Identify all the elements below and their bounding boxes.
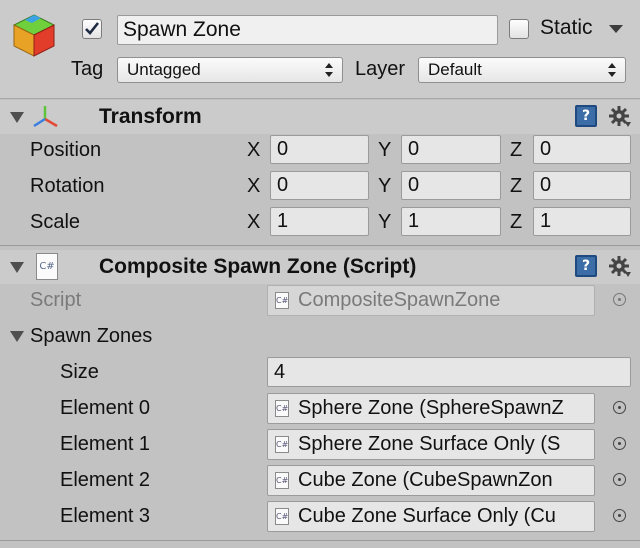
object-picker-icon[interactable] xyxy=(613,401,626,414)
size-label: Size xyxy=(60,361,99,383)
csharp-script-icon: C# xyxy=(275,436,289,453)
scale-y-field[interactable]: 1 xyxy=(401,207,501,236)
layer-label: Layer xyxy=(355,58,406,80)
element-value: Cube Zone Surface Only (Cu xyxy=(298,505,556,527)
gear-icon[interactable] xyxy=(608,255,632,279)
scale-z-field[interactable]: 1 xyxy=(533,207,631,236)
element-label: Element 1 xyxy=(60,433,151,455)
transform-header[interactable]: Transform ? xyxy=(0,100,640,134)
element-value: Sphere Zone Surface Only (S xyxy=(298,433,561,455)
static-checkbox[interactable] xyxy=(509,19,529,39)
axis-y-label: Y xyxy=(378,211,392,233)
script-component-header[interactable]: C# Composite Spawn Zone (Script) ? xyxy=(0,250,640,284)
rotation-x-field[interactable]: 0 xyxy=(270,171,369,200)
script-label: Script xyxy=(30,289,82,311)
csharp-script-icon: C# xyxy=(275,472,289,489)
axis-z-label: Z xyxy=(510,139,523,161)
checkmark-icon xyxy=(85,22,100,35)
position-y-field[interactable]: 0 xyxy=(401,135,501,164)
help-icon[interactable]: ? xyxy=(575,255,597,277)
axis-x-label: X xyxy=(247,139,261,161)
active-checkbox[interactable] xyxy=(82,19,102,39)
element-value: Sphere Zone (SphereSpawnZ xyxy=(298,397,564,419)
position-label: Position xyxy=(30,139,102,161)
static-label: Static xyxy=(540,16,593,39)
object-picker-icon[interactable] xyxy=(613,509,626,522)
axis-x-label: X xyxy=(247,211,261,233)
size-field[interactable]: 4 xyxy=(267,357,631,387)
rotation-y-field[interactable]: 0 xyxy=(401,171,501,200)
element-value: Cube Zone (CubeSpawnZon xyxy=(298,469,553,491)
foldout-arrow-icon[interactable] xyxy=(10,112,24,123)
script-reference-field: C# CompositeSpawnZone xyxy=(267,285,595,316)
axis-y-label: Y xyxy=(378,175,392,197)
tag-dropdown[interactable]: Untagged xyxy=(117,57,343,83)
gear-icon[interactable] xyxy=(608,105,632,129)
position-x-field[interactable]: 0 xyxy=(270,135,369,164)
csharp-script-icon: C# xyxy=(275,400,289,417)
scale-label: Scale xyxy=(30,211,81,233)
help-icon[interactable]: ? xyxy=(575,105,597,127)
axis-y-label: Y xyxy=(378,139,392,161)
axis-z-label: Z xyxy=(510,175,523,197)
element-object-field[interactable]: C# Cube Zone (CubeSpawnZon xyxy=(267,465,595,496)
transform-axes-icon xyxy=(33,106,58,128)
chevron-updown-icon xyxy=(608,63,616,77)
scale-x-field[interactable]: 1 xyxy=(270,207,369,236)
axis-x-label: X xyxy=(247,175,261,197)
object-picker-icon[interactable] xyxy=(613,437,626,450)
element-object-field[interactable]: C# Sphere Zone (SphereSpawnZ xyxy=(267,393,595,424)
object-picker-icon xyxy=(613,293,626,306)
tag-value: Untagged xyxy=(127,60,201,79)
spawn-zones-label[interactable]: Spawn Zones xyxy=(30,325,152,348)
element-label: Element 2 xyxy=(60,469,151,491)
csharp-script-icon: C# xyxy=(36,253,58,280)
tag-label: Tag xyxy=(71,58,104,80)
csharp-script-icon: C# xyxy=(275,292,289,309)
script-component-title: Composite Spawn Zone (Script) xyxy=(99,255,417,278)
element-label: Element 3 xyxy=(60,505,151,527)
element-object-field[interactable]: C# Sphere Zone Surface Only (S xyxy=(267,429,595,460)
rotation-z-field[interactable]: 0 xyxy=(533,171,631,200)
script-reference-value: CompositeSpawnZone xyxy=(298,289,501,311)
csharp-script-icon: C# xyxy=(275,508,289,525)
element-object-field[interactable]: C# Cube Zone Surface Only (Cu xyxy=(267,501,595,532)
foldout-arrow-icon[interactable] xyxy=(10,331,24,342)
component-divider xyxy=(0,540,640,541)
position-z-field[interactable]: 0 xyxy=(533,135,631,164)
layer-dropdown[interactable]: Default xyxy=(418,57,626,83)
axis-z-label: Z xyxy=(510,211,523,233)
chevron-updown-icon xyxy=(325,63,333,77)
object-picker-icon[interactable] xyxy=(613,473,626,486)
rotation-label: Rotation xyxy=(30,175,105,197)
inspector-header: Spawn Zone Static Tag Untagged Layer Def… xyxy=(0,0,640,99)
layer-value: Default xyxy=(428,60,482,79)
component-divider xyxy=(0,245,640,246)
transform-title: Transform xyxy=(99,105,202,128)
gameobject-name-field[interactable]: Spawn Zone xyxy=(117,15,498,45)
gameobject-cube-icon xyxy=(12,14,56,57)
static-dropdown-arrow-icon[interactable] xyxy=(608,24,624,34)
foldout-arrow-icon[interactable] xyxy=(10,262,24,273)
element-label: Element 0 xyxy=(60,397,151,419)
